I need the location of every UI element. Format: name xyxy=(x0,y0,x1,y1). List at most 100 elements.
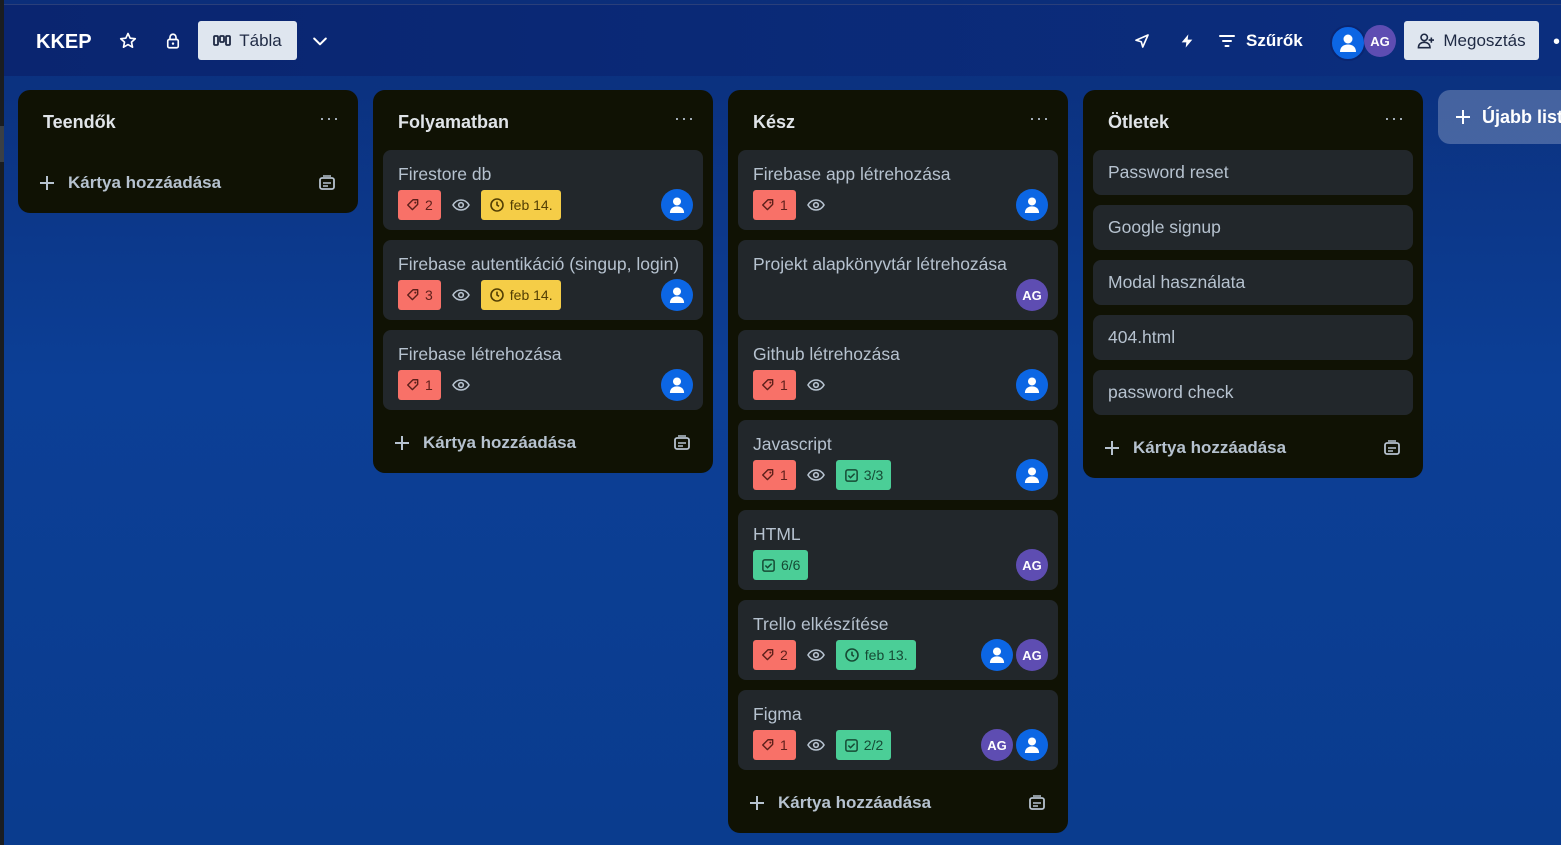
card-title: Modal használata xyxy=(1108,272,1246,292)
card-password-reset[interactable]: Password reset xyxy=(1093,150,1413,195)
card-firebase-autentikacio[interactable]: Firebase autentikáció (singup, login) 3 … xyxy=(383,240,703,320)
member-initials: AG xyxy=(1022,287,1042,303)
card-404-html[interactable]: 404.html xyxy=(1093,315,1413,360)
member-initials: AG xyxy=(1022,557,1042,573)
card-member-avatar[interactable] xyxy=(1016,189,1048,221)
clock-icon xyxy=(489,198,504,212)
labels-count: 1 xyxy=(780,467,788,483)
board-title[interactable]: KKEP xyxy=(36,27,92,57)
card-modal-hasznalata[interactable]: Modal használata xyxy=(1093,260,1413,305)
card-template-icon[interactable] xyxy=(1383,439,1401,457)
add-card-button[interactable]: Kártya hozzáadása xyxy=(28,163,348,203)
left-edge-handle xyxy=(0,126,4,162)
card-title: Firebase létrehozása xyxy=(398,344,562,364)
card-google-signup[interactable]: Google signup xyxy=(1093,205,1413,250)
labels-count: 1 xyxy=(780,197,788,213)
due-date: feb 14. xyxy=(509,287,553,303)
list-title[interactable]: Ötletek xyxy=(1108,112,1169,133)
member-initials: AG xyxy=(987,737,1007,753)
card-member-avatar-ag[interactable]: AG xyxy=(981,729,1013,761)
card-title: Password reset xyxy=(1108,162,1229,182)
plus-icon xyxy=(750,796,764,810)
list-title[interactable]: Teendők xyxy=(43,112,116,133)
checklist-badge: 6/6 xyxy=(753,550,809,580)
add-card-button[interactable]: Kártya hozzáadása xyxy=(738,783,1058,823)
list-folyamatban: Folyamatban ··· Firestore db 2 feb 14. F… xyxy=(373,90,713,473)
user-icon xyxy=(669,197,685,213)
card-firebase-letrehozasa[interactable]: Firebase létrehozása 1 xyxy=(383,330,703,410)
add-member-icon xyxy=(1418,32,1435,48)
share-button[interactable]: Megosztás xyxy=(1404,21,1539,60)
watch-eye-icon xyxy=(806,370,826,400)
filters-button[interactable]: Szűrők xyxy=(1218,25,1303,57)
list-title[interactable]: Kész xyxy=(753,112,795,133)
tag-icon xyxy=(762,199,774,211)
card-firestore-db[interactable]: Firestore db 2 feb 14. xyxy=(383,150,703,230)
card-template-icon[interactable] xyxy=(318,174,336,192)
labels-badge: 2 xyxy=(398,190,441,220)
card-member-avatar[interactable] xyxy=(981,639,1013,671)
list-menu-icon[interactable]: ··· xyxy=(674,108,695,129)
labels-badge: 1 xyxy=(753,190,796,220)
share-label: Megosztás xyxy=(1443,30,1526,50)
card-projekt-alapkonyvtar[interactable]: Projekt alapkönyvtár létrehozása AG xyxy=(738,240,1058,320)
clock-icon xyxy=(844,648,859,662)
add-card-button[interactable]: Kártya hozzáadása xyxy=(1093,428,1413,468)
card-template-icon[interactable] xyxy=(673,434,691,452)
card-title: Figma xyxy=(753,704,802,724)
chevron-down-icon[interactable] xyxy=(304,25,336,57)
card-html[interactable]: HTML 6/6 AG xyxy=(738,510,1058,590)
automation-bolt-icon[interactable] xyxy=(1171,25,1203,57)
member-avatar-ag[interactable]: AG xyxy=(1364,25,1396,57)
checkbox-icon xyxy=(844,468,858,482)
board-view-icon xyxy=(213,34,232,46)
card-title: Javascript xyxy=(753,434,832,454)
labels-count: 2 xyxy=(425,197,433,213)
card-figma[interactable]: Figma 1 2/2 AG xyxy=(738,690,1058,770)
card-firebase-app[interactable]: Firebase app létrehozása 1 xyxy=(738,150,1058,230)
labels-count: 1 xyxy=(780,377,788,393)
card-member-avatar[interactable] xyxy=(661,369,693,401)
card-title: Trello elkészítése xyxy=(753,614,889,634)
due-date-badge-complete[interactable]: feb 13. xyxy=(835,640,916,670)
due-date-badge[interactable]: feb 14. xyxy=(480,280,561,310)
card-member-avatar[interactable] xyxy=(661,189,693,221)
card-member-avatar-ag[interactable]: AG xyxy=(1016,279,1048,311)
labels-badge: 3 xyxy=(398,280,441,310)
member-initials: AG xyxy=(1022,647,1042,663)
rocket-icon[interactable] xyxy=(1126,25,1158,57)
labels-badge: 1 xyxy=(753,370,796,400)
lock-icon[interactable] xyxy=(157,25,189,57)
tag-icon xyxy=(407,379,419,391)
tag-icon xyxy=(762,649,774,661)
list-menu-icon[interactable]: ··· xyxy=(319,108,340,129)
list-menu-icon[interactable]: ··· xyxy=(1029,108,1050,129)
labels-count: 1 xyxy=(780,737,788,753)
filters-label: Szűrők xyxy=(1246,31,1303,50)
labels-count: 2 xyxy=(780,647,788,663)
list-title[interactable]: Folyamatban xyxy=(398,112,509,133)
card-github-letrehozasa[interactable]: Github létrehozása 1 xyxy=(738,330,1058,410)
card-member-avatar[interactable] xyxy=(661,279,693,311)
list-menu-icon[interactable]: ··· xyxy=(1384,108,1405,129)
card-title: HTML xyxy=(753,524,801,544)
card-template-icon[interactable] xyxy=(1028,794,1046,812)
header-more-icon[interactable]: • xyxy=(1548,27,1561,57)
card-trello-elkeszitese[interactable]: Trello elkészítése 2 feb 13. AG xyxy=(738,600,1058,680)
card-javascript[interactable]: Javascript 1 3/3 xyxy=(738,420,1058,500)
card-member-avatar-ag[interactable]: AG xyxy=(1016,639,1048,671)
due-date-badge[interactable]: feb 14. xyxy=(480,190,561,220)
card-member-avatar[interactable] xyxy=(1016,369,1048,401)
user-icon xyxy=(669,287,685,303)
card-password-check[interactable]: password check xyxy=(1093,370,1413,415)
card-member-avatar[interactable] xyxy=(1016,459,1048,491)
tag-icon xyxy=(407,289,419,301)
add-list-button[interactable]: Újabb lista xyxy=(1438,90,1561,144)
star-icon[interactable] xyxy=(112,25,144,57)
add-card-button[interactable]: Kártya hozzáadása xyxy=(383,423,703,463)
board-view-button[interactable]: Tábla xyxy=(198,21,297,60)
watch-eye-icon xyxy=(451,280,471,310)
member-avatar[interactable] xyxy=(1330,25,1366,61)
card-member-avatar[interactable] xyxy=(1016,729,1048,761)
card-member-avatar-ag[interactable]: AG xyxy=(1016,549,1048,581)
